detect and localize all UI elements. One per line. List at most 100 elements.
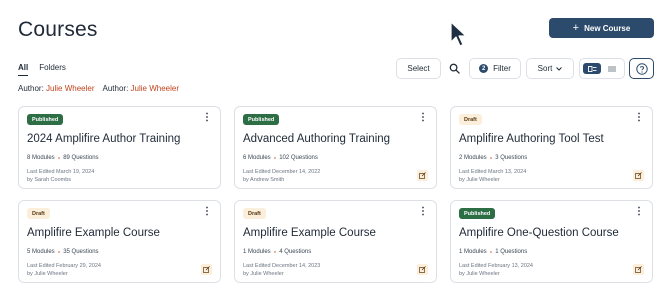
separator-dot (57, 156, 61, 160)
course-card[interactable]: Published ⋮ Amplifire One-Question Cours… (450, 200, 653, 283)
filter-button[interactable]: 2 Filter (469, 58, 521, 79)
status-badge: Published (243, 114, 280, 125)
filter-chip-value: Julie Wheeler (46, 84, 95, 93)
course-stats: 8 Modules 89 Questions (27, 155, 99, 161)
question-count: 3 Questions (495, 155, 528, 161)
question-count: 35 Questions (63, 249, 99, 255)
course-stats: 1 Modules 4 Questions (243, 249, 311, 255)
question-count: 89 Questions (63, 155, 99, 161)
status-badge: Published (459, 208, 496, 219)
last-edited-author: by Julie Wheeler (27, 271, 68, 277)
status-badge: Draft (243, 208, 266, 219)
help-button[interactable] (629, 58, 654, 79)
edit-course-button[interactable] (417, 170, 428, 181)
module-count: 6 Modules (243, 155, 271, 161)
plus-icon: + (572, 21, 580, 34)
separator-dot (273, 156, 277, 160)
more-options-icon[interactable]: ⋮ (634, 207, 644, 217)
tab-all[interactable]: All (18, 63, 29, 76)
page-title: Courses (18, 18, 98, 41)
separator-dot (57, 250, 61, 254)
status-badge: Draft (27, 208, 50, 219)
last-edited-date: Last Edited March 19, 2024 (27, 169, 95, 175)
help-icon (635, 62, 648, 75)
mouse-cursor-icon (450, 21, 467, 47)
more-options-icon[interactable]: ⋮ (202, 207, 212, 217)
question-count: 102 Questions (279, 155, 318, 161)
edit-course-button[interactable] (633, 264, 644, 275)
last-edited-date: Last Edited February 13, 2024 (459, 263, 533, 269)
last-edited-date: Last Edited March 13, 2024 (459, 169, 527, 175)
last-edited-author: by Sarah Coombs (27, 177, 72, 183)
course-card[interactable]: Draft ⋮ Amplifire Example Course 1 Modul… (234, 200, 437, 283)
new-course-button[interactable]: + New Course (549, 18, 654, 38)
edit-icon (635, 172, 642, 179)
module-count: 1 Modules (243, 249, 271, 255)
more-options-icon[interactable]: ⋮ (202, 113, 212, 123)
last-edited-info: Last Edited December 14, 2023 by Julie W… (243, 262, 320, 278)
filter-chip[interactable]: Author: Julie Wheeler (103, 84, 180, 93)
filter-chip-value: Julie Wheeler (130, 84, 179, 93)
last-edited-date: Last Edited February 29, 2024 (27, 263, 101, 269)
separator-dot (489, 250, 493, 254)
search-icon (449, 63, 460, 74)
course-card[interactable]: Published ⋮ 2024 Amplifire Author Traini… (18, 106, 221, 189)
status-badge: Published (27, 114, 64, 125)
last-edited-info: Last Edited February 29, 2024 by Julie W… (27, 262, 101, 278)
select-button[interactable]: Select (396, 58, 441, 79)
module-count: 1 Modules (459, 249, 487, 255)
tab-folders[interactable]: Folders (39, 63, 66, 76)
card-view-icon (587, 65, 596, 72)
last-edited-info: Last Edited February 13, 2024 by Julie W… (459, 262, 533, 278)
edit-course-button[interactable] (201, 264, 212, 275)
course-title: 2024 Amplifire Author Training (27, 133, 181, 145)
more-options-icon[interactable]: ⋮ (418, 207, 428, 217)
sort-dropdown[interactable]: Sort (526, 58, 574, 79)
filter-label: Filter (493, 64, 511, 73)
course-card[interactable]: Draft ⋮ Amplifire Example Course 5 Modul… (18, 200, 221, 283)
course-card[interactable]: Published ⋮ Advanced Authoring Training … (234, 106, 437, 189)
edit-icon (419, 266, 426, 273)
edit-icon (419, 172, 426, 179)
edit-course-button[interactable] (417, 264, 428, 275)
separator-dot (489, 156, 493, 160)
search-button[interactable] (444, 58, 465, 79)
filter-chip[interactable]: Author: Julie Wheeler (18, 84, 95, 93)
last-edited-author: by Julie Wheeler (459, 271, 500, 277)
course-stats: 6 Modules 102 Questions (243, 155, 318, 161)
last-edited-info: Last Edited March 13, 2024 by Julie Whee… (459, 168, 526, 184)
course-stats: 1 Modules 1 Questions (459, 249, 527, 255)
module-count: 5 Modules (27, 249, 55, 255)
sort-label: Sort (537, 64, 553, 73)
more-options-icon[interactable]: ⋮ (634, 113, 644, 123)
new-course-label: New Course (584, 23, 631, 33)
more-options-icon[interactable]: ⋮ (418, 113, 428, 123)
edit-course-button[interactable] (633, 170, 644, 181)
edit-icon (203, 266, 210, 273)
last-edited-info: Last Edited March 19, 2024 by Sarah Coom… (27, 168, 94, 184)
filter-chip-label: Author: (18, 84, 44, 93)
filter-count-badge: 2 (479, 64, 489, 73)
course-card[interactable]: Draft ⋮ Amplifire Authoring Tool Test 2 … (450, 106, 653, 189)
question-count: 4 Questions (279, 249, 312, 255)
course-title: Amplifire One-Question Course (459, 227, 619, 239)
view-toggle (579, 58, 625, 79)
module-count: 2 Modules (459, 155, 487, 161)
separator-dot (273, 250, 277, 254)
edit-icon (635, 266, 642, 273)
filter-chip-label: Author: (102, 84, 129, 93)
view-tabs: All Folders (18, 63, 66, 76)
card-view-button[interactable] (583, 63, 601, 74)
course-title: Amplifire Example Course (27, 227, 160, 239)
active-filters: Author: Julie Wheeler Author: Julie Whee… (18, 84, 179, 93)
list-view-button[interactable] (603, 63, 621, 74)
last-edited-author: by Andrew Smith (243, 177, 285, 183)
status-badge: Draft (459, 114, 482, 125)
course-title: Amplifire Example Course (243, 227, 376, 239)
module-count: 8 Modules (27, 155, 55, 161)
question-count: 1 Questions (495, 249, 528, 255)
last-edited-author: by Julie Wheeler (459, 177, 500, 183)
course-stats: 5 Modules 35 Questions (27, 249, 99, 255)
chevron-down-icon (556, 66, 563, 71)
last-edited-author: by Julie Wheeler (243, 271, 284, 277)
